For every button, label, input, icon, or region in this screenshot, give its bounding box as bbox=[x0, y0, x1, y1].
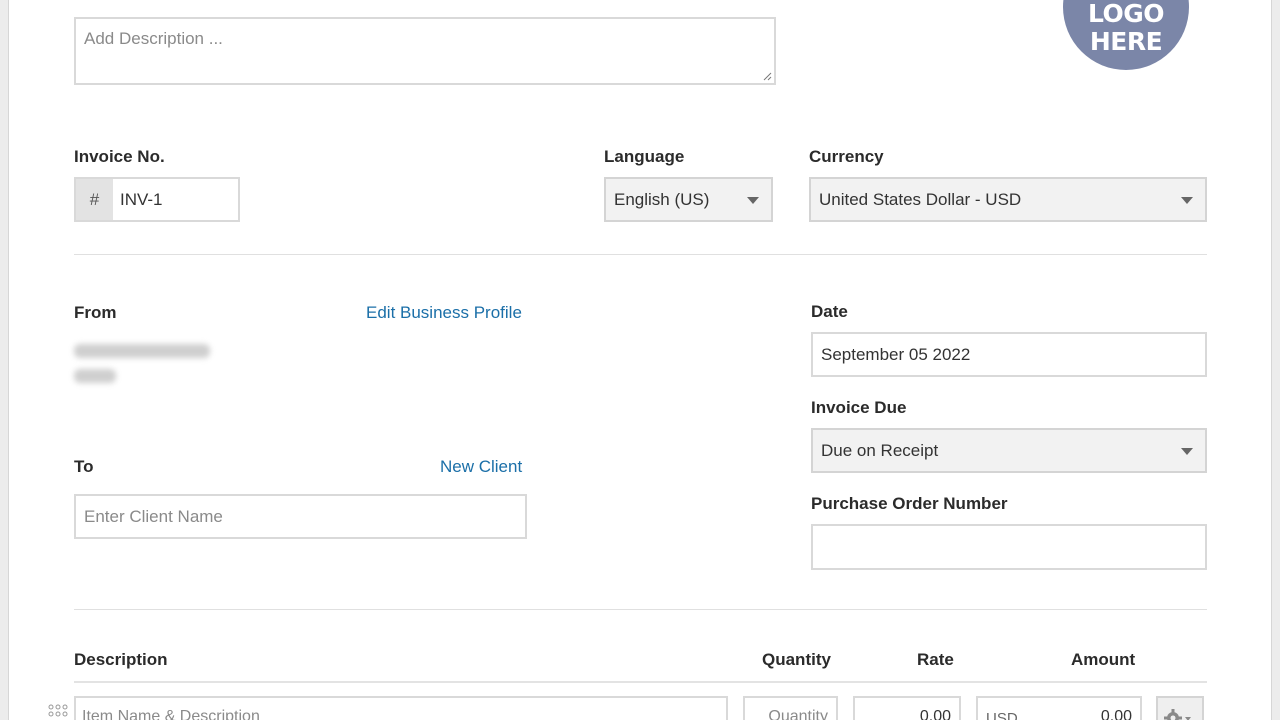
resize-grip-icon[interactable] bbox=[762, 71, 772, 81]
item-name-input[interactable]: Item Name & Description bbox=[74, 696, 728, 720]
col-header-quantity: Quantity bbox=[762, 650, 831, 669]
from-label: From bbox=[74, 303, 117, 322]
chevron-down-icon bbox=[1181, 196, 1193, 204]
section-divider bbox=[74, 254, 1207, 255]
invoice-no-label: Invoice No. bbox=[74, 147, 165, 166]
logo-line2: HERE bbox=[1089, 27, 1163, 56]
currency-label: Currency bbox=[809, 147, 884, 166]
col-header-description: Description bbox=[74, 650, 168, 669]
language-selected: English (US) bbox=[614, 189, 710, 209]
drag-handle-icon[interactable] bbox=[48, 704, 68, 720]
date-field[interactable]: September 05 2022 bbox=[811, 332, 1207, 377]
currency-select[interactable]: United States Dollar - USD bbox=[809, 177, 1207, 222]
description-textarea[interactable]: Add Description ... bbox=[74, 17, 776, 85]
item-name-placeholder: Item Name & Description bbox=[82, 708, 260, 720]
section-divider bbox=[74, 609, 1207, 610]
date-label: Date bbox=[811, 302, 848, 321]
new-client-link[interactable]: New Client bbox=[440, 457, 522, 477]
date-value: September 05 2022 bbox=[821, 344, 971, 364]
item-amount-currency: USD bbox=[986, 710, 1018, 720]
invoice-sheet: Add Description ... LOGO HERE Invoice No… bbox=[8, 0, 1272, 720]
invoice-no-field[interactable]: # INV-1 bbox=[74, 177, 240, 222]
col-header-rate: Rate bbox=[917, 650, 954, 669]
table-header-divider bbox=[74, 681, 1207, 683]
purchase-order-input[interactable] bbox=[811, 524, 1207, 570]
chevron-down-icon bbox=[1181, 447, 1193, 455]
description-placeholder: Add Description ... bbox=[84, 29, 223, 48]
to-label: To bbox=[74, 457, 94, 476]
invoice-due-selected: Due on Receipt bbox=[821, 440, 939, 460]
row-settings-button[interactable] bbox=[1156, 696, 1204, 720]
gear-icon bbox=[1164, 709, 1191, 720]
purchase-order-label: Purchase Order Number bbox=[811, 494, 1008, 513]
language-select[interactable]: English (US) bbox=[604, 177, 773, 222]
logo-line1: LOGO bbox=[1087, 0, 1165, 28]
client-name-input[interactable]: Enter Client Name bbox=[74, 494, 527, 539]
client-name-placeholder: Enter Client Name bbox=[84, 506, 223, 526]
logo-placeholder[interactable]: LOGO HERE bbox=[1063, 0, 1189, 70]
item-amount-value: 0.00 bbox=[1100, 708, 1132, 720]
from-business-name-redacted bbox=[74, 344, 210, 358]
chevron-down-icon bbox=[747, 196, 759, 204]
invoice-due-select[interactable]: Due on Receipt bbox=[811, 428, 1207, 473]
currency-selected: United States Dollar - USD bbox=[819, 189, 1022, 209]
invoice-no-prefix: # bbox=[76, 179, 113, 220]
item-rate-value: 0.00 bbox=[919, 708, 951, 720]
language-label: Language bbox=[604, 147, 685, 166]
item-quantity-placeholder: Quantity bbox=[768, 708, 828, 720]
item-amount-field: USD 0.00 bbox=[976, 696, 1142, 720]
edit-business-profile-link[interactable]: Edit Business Profile bbox=[366, 303, 522, 323]
item-rate-input[interactable]: 0.00 bbox=[853, 696, 961, 720]
from-business-country-redacted bbox=[74, 369, 116, 383]
col-header-amount: Amount bbox=[1071, 650, 1136, 669]
item-quantity-input[interactable]: Quantity bbox=[743, 696, 838, 720]
invoice-due-label: Invoice Due bbox=[811, 398, 907, 417]
invoice-no-value: INV-1 bbox=[120, 189, 163, 209]
